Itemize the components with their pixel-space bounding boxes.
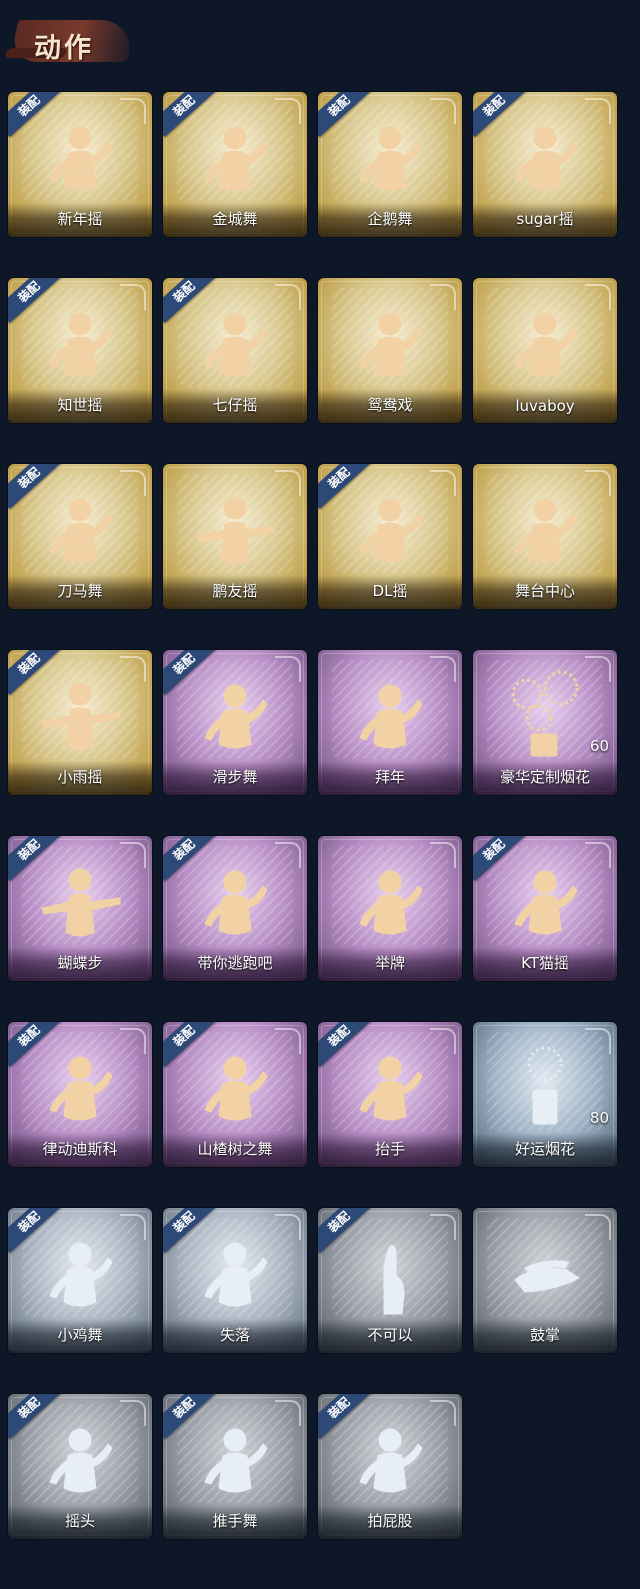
dance-figure-icon: [359, 1428, 423, 1493]
dance-figure-icon: [359, 498, 423, 563]
dance-figure-icon: [49, 126, 113, 191]
clap-icon: [514, 1260, 580, 1293]
dance-figure-icon: [204, 1428, 268, 1493]
emote-name: 鹏友摇: [212, 582, 258, 600]
emote-card[interactable]: 抬手 装配: [318, 1022, 462, 1167]
fireworks-icon: [511, 670, 579, 757]
emote-card[interactable]: 鼓掌: [473, 1208, 617, 1353]
dance-figure-icon: [359, 312, 423, 377]
emote-name: 不可以: [367, 1326, 413, 1344]
dance-figure-icon: [204, 312, 268, 377]
dance-figure-icon: [196, 496, 276, 565]
emote-card[interactable]: 举牌: [318, 836, 462, 981]
emote-grid: 新年摇 装配 金城舞 装配 企鹅舞 装配 sugar摇 装配知世摇 装配 七仔摇 装配鸳鸯戏 luva…: [8, 92, 617, 1539]
dance-figure-icon: [514, 126, 578, 191]
dance-figure-icon: [49, 312, 113, 377]
emote-name: 山楂树之舞: [197, 1140, 273, 1158]
dance-figure-icon: [359, 870, 423, 935]
emote-card[interactable]: 小鸡舞 装配: [8, 1208, 152, 1353]
emote-name: 推手舞: [212, 1512, 258, 1530]
emote-card[interactable]: 山楂树之舞 装配: [163, 1022, 307, 1167]
dance-figure-icon: [359, 684, 423, 749]
emote-card[interactable]: 滑步舞 装配: [163, 650, 307, 795]
dance-figure-icon: [359, 1056, 423, 1121]
emote-card[interactable]: 七仔摇 装配: [163, 278, 307, 423]
emote-name: 舞台中心: [514, 582, 575, 600]
emote-card[interactable]: 失落 装配: [163, 1208, 307, 1353]
emote-name: 金城舞: [212, 210, 258, 228]
emote-name: 失落: [219, 1326, 250, 1344]
emote-name: 新年摇: [57, 210, 103, 228]
emote-name: 企鹅舞: [367, 210, 413, 228]
emote-name: 小鸡舞: [57, 1326, 103, 1344]
dance-figure-icon: [49, 1056, 113, 1121]
dance-figure-icon: [514, 312, 578, 377]
dance-figure-icon: [204, 1056, 268, 1121]
emote-name: 律动迪斯科: [42, 1140, 118, 1158]
emote-name: 拜年: [374, 768, 405, 786]
emote-card[interactable]: 蝴蝶步 装配: [8, 836, 152, 981]
emote-name: 带你逃跑吧: [197, 954, 273, 972]
emote-card[interactable]: 金城舞 装配: [163, 92, 307, 237]
item-count: 60: [589, 737, 609, 755]
emote-card[interactable]: KT猫摇 装配: [473, 836, 617, 981]
emote-card[interactable]: 鸳鸯戏: [318, 278, 462, 423]
emote-name: 拍屁股: [367, 1512, 413, 1530]
emote-card[interactable]: 摇头 装配: [8, 1394, 152, 1539]
dance-figure-icon: [204, 684, 268, 749]
section-title: 动作: [34, 33, 94, 64]
emote-card[interactable]: luvaboy: [473, 278, 617, 423]
emote-name: 蝴蝶步: [57, 954, 103, 972]
emote-card[interactable]: 知世摇 装配: [8, 278, 152, 423]
emote-card[interactable]: 小雨摇 装配: [8, 650, 152, 795]
emote-name: 摇头: [64, 1512, 95, 1530]
dance-figure-icon: [49, 498, 113, 563]
emote-name: 好运烟花: [514, 1140, 575, 1158]
dance-figure-icon: [49, 1242, 113, 1307]
emote-card[interactable]: 带你逃跑吧 装配: [163, 836, 307, 981]
emote-name: sugar摇: [516, 210, 574, 228]
emote-card[interactable]: 拍屁股 装配: [318, 1394, 462, 1539]
emote-name: 七仔摇: [212, 396, 258, 414]
fireworks-icon: [527, 1046, 563, 1125]
emote-name: DL摇: [372, 582, 408, 600]
emote-card[interactable]: 拜年: [318, 650, 462, 795]
emote-name: 滑步舞: [212, 768, 258, 786]
section-header: 动作: [4, 8, 137, 76]
emote-name: luvaboy: [515, 397, 575, 415]
emote-card[interactable]: 律动迪斯科 装配: [8, 1022, 152, 1167]
emote-card[interactable]: 鹏友摇: [163, 464, 307, 609]
dance-figure-icon: [204, 126, 268, 191]
emote-name: 豪华定制烟花: [499, 768, 590, 786]
emote-name: 知世摇: [57, 396, 103, 414]
emote-name: 刀马舞: [57, 582, 103, 600]
dance-figure-icon: [41, 868, 121, 937]
emote-card[interactable]: 60 豪华定制烟花: [473, 650, 617, 795]
item-count: 80: [589, 1109, 609, 1127]
raised-hand-icon: [383, 1245, 405, 1315]
emote-card[interactable]: sugar摇 装配: [473, 92, 617, 237]
emote-card[interactable]: 刀马舞 装配: [8, 464, 152, 609]
emote-card[interactable]: 新年摇 装配: [8, 92, 152, 237]
dance-figure-icon: [204, 1242, 268, 1307]
dance-figure-icon: [49, 1428, 113, 1493]
emote-name: 小雨摇: [57, 768, 103, 786]
emote-card[interactable]: 80 好运烟花: [473, 1022, 617, 1167]
emote-card[interactable]: DL摇 装配: [318, 464, 462, 609]
emote-card[interactable]: 舞台中心: [473, 464, 617, 609]
emote-card[interactable]: 推手舞 装配: [163, 1394, 307, 1539]
emote-name: KT猫摇: [521, 954, 569, 972]
emote-name: 鼓掌: [529, 1326, 560, 1344]
dance-figure-icon: [514, 498, 578, 563]
emote-card[interactable]: 不可以 装配: [318, 1208, 462, 1353]
emote-name: 抬手: [374, 1140, 405, 1158]
dance-figure-icon: [204, 870, 268, 935]
dance-figure-icon: [41, 682, 121, 751]
emote-card[interactable]: 企鹅舞 装配: [318, 92, 462, 237]
emote-name: 举牌: [374, 954, 405, 972]
dance-figure-icon: [514, 870, 578, 935]
dance-figure-icon: [359, 126, 423, 191]
emote-name: 鸳鸯戏: [367, 396, 413, 414]
